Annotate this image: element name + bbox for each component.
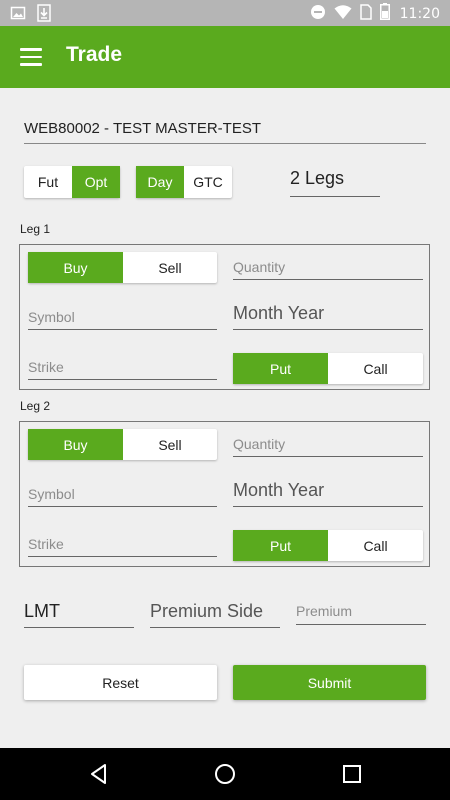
leg-1-quantity-field[interactable]: Quantity: [233, 259, 423, 280]
toggle-opt[interactable]: Opt: [72, 166, 120, 198]
menu-icon[interactable]: [20, 48, 42, 66]
leg-1-month-year-field[interactable]: Month Year: [233, 303, 423, 330]
leg-2-panel: Buy Sell Quantity Symbol Month Year Stri…: [19, 421, 430, 567]
toggle-fut[interactable]: Fut: [24, 166, 72, 198]
leg-2-symbol-field[interactable]: Symbol: [28, 486, 217, 507]
toggle-gtc[interactable]: GTC: [184, 166, 232, 198]
leg-1-panel: Buy Sell Quantity Symbol Month Year Stri…: [19, 244, 430, 390]
dnd-icon: [310, 4, 326, 24]
battery-icon: [379, 3, 390, 24]
instrument-type-toggle: Fut Opt: [24, 166, 120, 198]
account-field[interactable]: WEB80002 - TEST MASTER-TEST: [24, 120, 426, 144]
navigation-bar: [0, 748, 450, 800]
order-type-selector[interactable]: LMT: [24, 601, 134, 628]
leg-1-side-toggle: Buy Sell: [28, 252, 217, 283]
leg-1-call-button[interactable]: Call: [328, 353, 423, 384]
sim-icon: [359, 3, 372, 24]
home-icon[interactable]: [213, 762, 237, 786]
image-icon: [10, 5, 26, 25]
leg-2-side-toggle: Buy Sell: [28, 429, 217, 460]
submit-button[interactable]: Submit: [233, 665, 426, 700]
legs-selector[interactable]: 2 Legs: [290, 168, 380, 197]
leg-2-buy-button[interactable]: Buy: [28, 429, 123, 460]
leg-1-strike-field[interactable]: Strike: [28, 359, 217, 380]
status-bar: 11:20: [0, 0, 450, 26]
back-icon[interactable]: [87, 762, 111, 786]
leg-2-quantity-field[interactable]: Quantity: [233, 436, 423, 457]
recents-icon[interactable]: [340, 762, 364, 786]
wifi-icon: [334, 4, 352, 24]
toggle-day[interactable]: Day: [136, 166, 184, 198]
leg-2-label: Leg 2: [20, 399, 51, 413]
reset-button[interactable]: Reset: [24, 665, 217, 700]
leg-1-put-button[interactable]: Put: [233, 353, 328, 384]
page-title: Trade: [66, 43, 123, 66]
leg-2-sell-button[interactable]: Sell: [123, 429, 217, 460]
clock: 11:20: [399, 5, 440, 22]
time-in-force-toggle: Day GTC: [136, 166, 232, 198]
app-bar: Trade: [0, 26, 450, 88]
leg-1-symbol-field[interactable]: Symbol: [28, 309, 217, 330]
leg-1-buy-button[interactable]: Buy: [28, 252, 123, 283]
premium-field[interactable]: Premium: [296, 603, 426, 625]
leg-2-put-call-toggle: Put Call: [233, 530, 423, 561]
leg-2-month-year-field[interactable]: Month Year: [233, 480, 423, 507]
leg-1-label: Leg 1: [20, 222, 51, 236]
leg-2-strike-field[interactable]: Strike: [28, 536, 217, 557]
leg-2-put-button[interactable]: Put: [233, 530, 328, 561]
leg-1-sell-button[interactable]: Sell: [123, 252, 217, 283]
leg-2-call-button[interactable]: Call: [328, 530, 423, 561]
premium-side-selector[interactable]: Premium Side: [150, 601, 280, 628]
leg-1-put-call-toggle: Put Call: [233, 353, 423, 384]
download-icon: [36, 4, 52, 26]
